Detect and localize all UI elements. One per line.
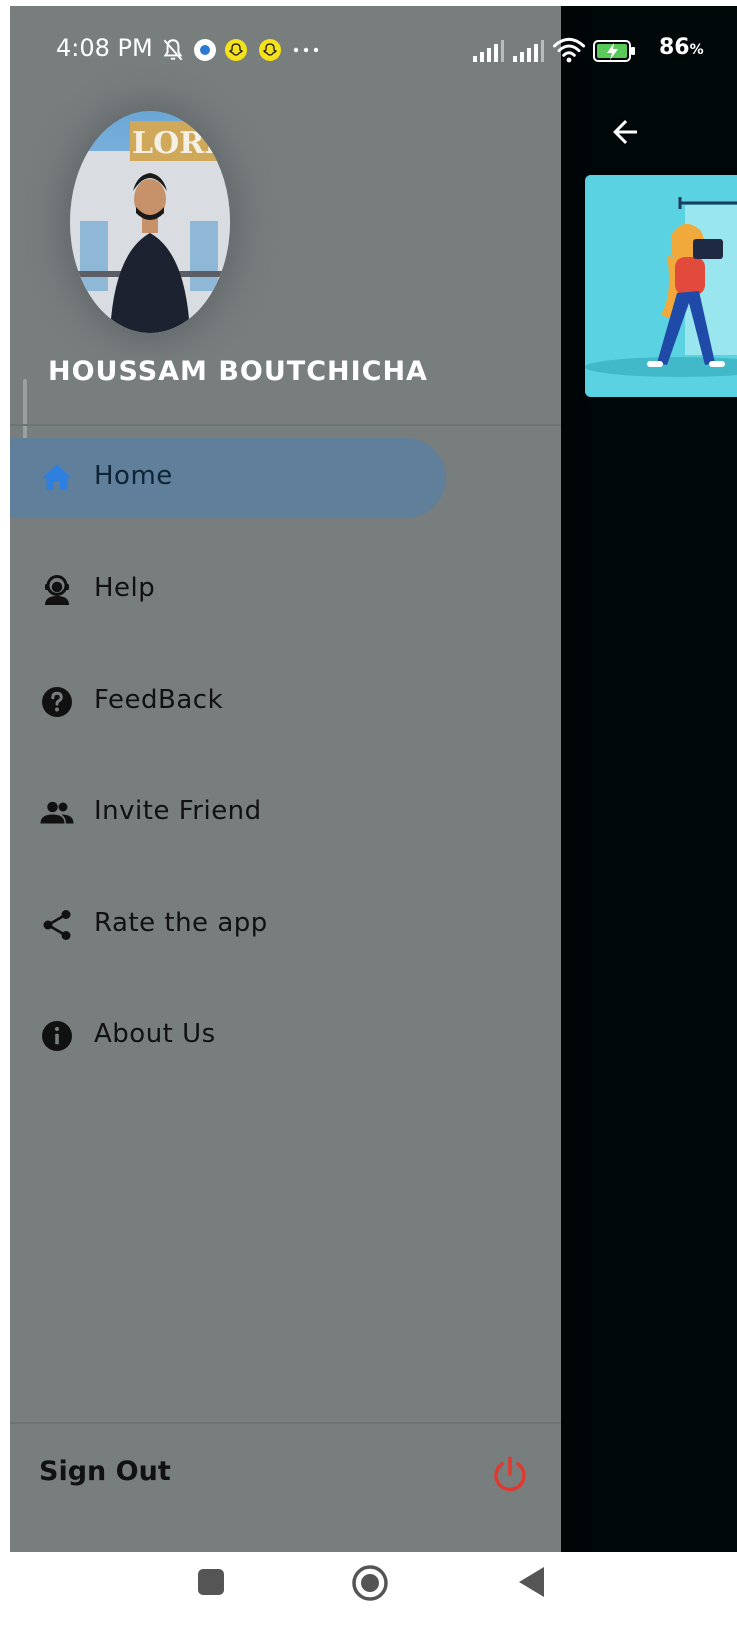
back-arrow-icon[interactable] [607, 114, 643, 150]
home-icon [42, 464, 72, 490]
screen: LORI HOUSSAM BOUTCHICHA Home Help FeedBa… [10, 6, 737, 1552]
signal-icon [513, 40, 544, 62]
wifi-icon [553, 37, 585, 63]
sign-out-button[interactable]: Sign Out [39, 1456, 171, 1487]
snapchat-icon [259, 39, 281, 61]
svg-text:LORI: LORI [132, 126, 218, 161]
menu-item-label: Invite Friend [94, 796, 262, 826]
support-agent-icon [45, 575, 69, 605]
menu-item-feedback[interactable]: FeedBack [10, 662, 446, 742]
profile-photo-icon: LORI [70, 111, 230, 333]
snapchat-icon [225, 39, 247, 61]
menu-item-about-us[interactable]: About Us [10, 996, 446, 1076]
hero-illustration-card[interactable] [585, 175, 737, 397]
battery-charging-icon [593, 40, 635, 62]
user-name: HOUSSAM BOUTCHICHA [48, 356, 428, 387]
menu-item-label: About Us [94, 1019, 216, 1049]
menu-item-label: Help [94, 573, 156, 603]
signal-icon [473, 40, 504, 62]
menu-item-invite-friend[interactable]: Invite Friend [10, 773, 446, 853]
people-icon [40, 801, 74, 824]
divider [10, 1422, 561, 1424]
menu-item-label: Home [94, 461, 173, 491]
recents-square-icon[interactable] [197, 1568, 225, 1596]
app-notification-icon [194, 39, 216, 61]
back-triangle-icon[interactable] [517, 1566, 545, 1598]
share-icon [43, 910, 71, 940]
power-icon[interactable] [489, 1453, 531, 1495]
menu-item-label: Rate the app [94, 908, 268, 938]
menu-item-help[interactable]: Help [10, 550, 446, 630]
home-circle-icon[interactable] [351, 1564, 389, 1602]
battery-percent: 86% [659, 35, 704, 60]
avatar[interactable]: LORI [70, 111, 230, 333]
status-bar: 4:08 PM 86% [10, 6, 737, 86]
menu-item-home[interactable]: Home [10, 438, 446, 518]
menu-item-label: FeedBack [94, 685, 224, 715]
question-circle-icon [42, 687, 72, 717]
info-icon [42, 1021, 72, 1051]
menu-item-rate-app[interactable]: Rate the app [10, 885, 446, 965]
photographer-illustration-icon [585, 175, 737, 397]
mute-bell-icon [163, 39, 183, 61]
status-time: 4:08 PM [56, 34, 153, 62]
system-navigation-bar [0, 1552, 737, 1634]
navigation-drawer: LORI HOUSSAM BOUTCHICHA Home Help FeedBa… [10, 6, 561, 1552]
more-dots-icon [293, 47, 319, 53]
divider [10, 424, 561, 426]
